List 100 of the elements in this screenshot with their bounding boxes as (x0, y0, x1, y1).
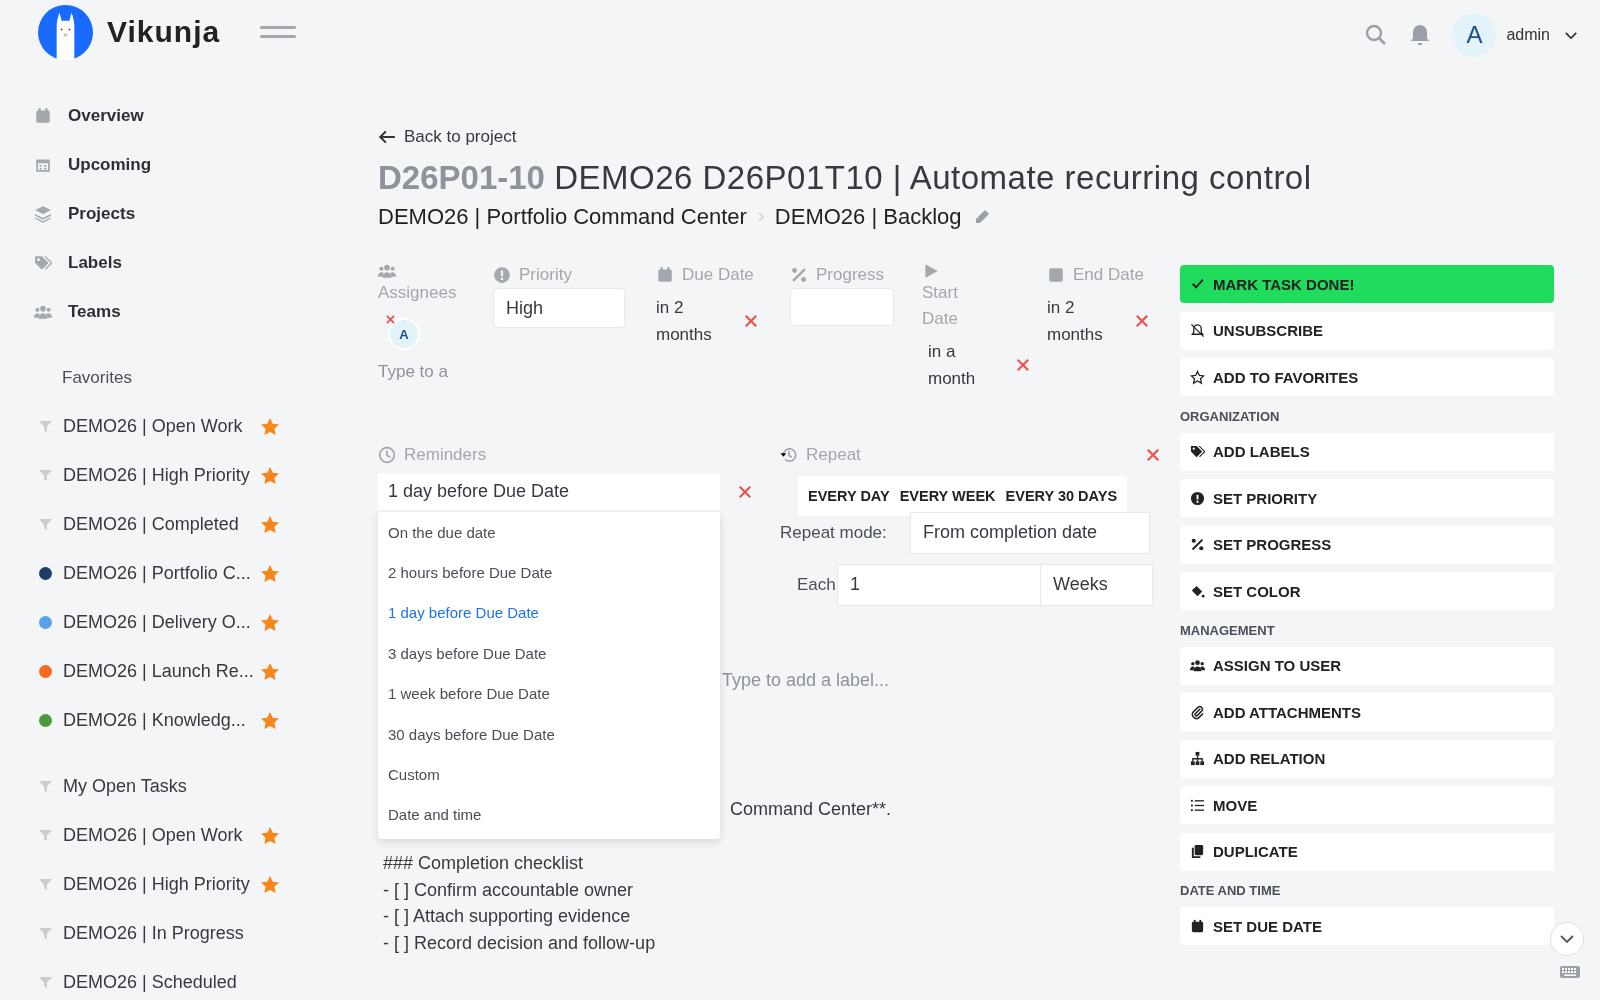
nav-item[interactable]: Upcoming (0, 140, 340, 189)
nav-item[interactable]: Projects (0, 189, 340, 238)
star-icon[interactable] (260, 465, 280, 486)
description-text: Command Center**. (730, 799, 893, 820)
date-value[interactable]: in 2 months (1047, 294, 1117, 348)
project-item[interactable]: DEMO26 | Knowledg... (0, 696, 260, 745)
assignee-field[interactable]: Type to a (378, 362, 456, 382)
calendar-icon (34, 106, 52, 125)
section-title: ORGANIZATION (1180, 408, 1281, 424)
project-item[interactable]: DEMO26 | Open Work (0, 811, 260, 860)
user-avatar[interactable]: A (1452, 13, 1497, 57)
project-item[interactable]: DEMO26 | High Priority (0, 860, 260, 909)
star-icon[interactable] (260, 514, 280, 535)
nav-item[interactable]: Labels (0, 238, 340, 287)
project-item[interactable]: DEMO26 | Launch Re... (0, 647, 260, 696)
action-button[interactable]: ADD ATTACHMENTS (1180, 693, 1554, 731)
close-icon[interactable] (1016, 358, 1030, 372)
repeat-mode-select[interactable]: From completion date (910, 512, 1150, 554)
filter-icon (38, 877, 53, 892)
close-icon[interactable] (1135, 314, 1149, 328)
close-icon[interactable] (744, 314, 758, 328)
action-button[interactable]: SET PROGRESS (1180, 525, 1554, 564)
action-button[interactable]: SET DUE DATE (1180, 907, 1554, 945)
scroll-down-button[interactable] (1550, 922, 1584, 956)
close-icon[interactable] (738, 485, 752, 499)
action-button[interactable]: ADD RELATION (1180, 739, 1554, 778)
close-icon[interactable] (1146, 448, 1160, 462)
section-title: DATE AND TIME (1180, 883, 1282, 898)
pencil-icon[interactable] (973, 209, 990, 225)
user-name[interactable]: admin (1506, 26, 1550, 44)
paint-bucket-icon (1190, 583, 1205, 599)
star-icon[interactable] (260, 825, 280, 846)
action-button[interactable]: ADD TO FAVORITES (1180, 358, 1554, 396)
people-icon (1190, 658, 1205, 673)
reminder-field[interactable]: 1 day before Due Date (378, 474, 720, 510)
breadcrumb-link[interactable]: DEMO26 | Portfolio Command Center (378, 204, 747, 230)
dropdown-option[interactable]: 1 day before Due Date (378, 592, 720, 634)
tags-icon (1190, 444, 1205, 459)
play-icon (922, 262, 940, 280)
project-item[interactable]: DEMO26 | Open Work (0, 402, 260, 451)
chevron-down-icon[interactable] (1564, 30, 1578, 40)
project-item[interactable]: DEMO26 | High Priority (0, 451, 260, 500)
breadcrumb-link[interactable]: DEMO26 | Backlog (774, 204, 962, 230)
star-icon[interactable] (260, 416, 280, 437)
back-link[interactable]: Back to project (378, 127, 517, 147)
action-button[interactable]: ASSIGN TO USER (1180, 646, 1554, 685)
dropdown-option[interactable]: 1 week before Due Date (378, 673, 720, 714)
action-button[interactable]: UNSUBSCRIBE (1180, 311, 1554, 350)
action-button[interactable]: ADD LABELS (1180, 432, 1554, 471)
field-label: Reminders (404, 444, 487, 466)
description-line: - [ ] Record decision and follow-up (383, 931, 657, 955)
task-title[interactable]: DEMO26 D26P01T10 | Automate recurring control (554, 159, 1312, 196)
field-label: Due Date (682, 264, 754, 286)
project-item[interactable]: DEMO26 | Completed (0, 500, 260, 549)
dropdown-option[interactable]: Date and time (378, 794, 720, 836)
star-icon[interactable] (260, 710, 280, 731)
project-item[interactable]: DEMO26 | Portfolio C... (0, 549, 260, 598)
keyboard-icon[interactable] (1560, 966, 1580, 978)
project-item[interactable]: My Open Tasks (0, 762, 260, 811)
date-value[interactable]: in 2 months (656, 294, 726, 348)
section-title: Favorites (61, 366, 133, 389)
star-icon[interactable] (260, 563, 280, 584)
repeat-preset-button[interactable]: EVERY DAY (798, 476, 890, 516)
field-label: End Date (1073, 264, 1144, 286)
nav-item[interactable]: Overview (0, 91, 340, 140)
remove-icon[interactable] (385, 314, 396, 325)
action-button[interactable]: SET COLOR (1180, 572, 1554, 610)
date-value[interactable]: in a month (928, 338, 998, 392)
dropdown-option[interactable]: On the due date (378, 512, 720, 553)
dropdown-option[interactable]: Custom (378, 754, 720, 795)
llama-logo-icon (38, 4, 93, 60)
action-button[interactable]: DUPLICATE (1180, 832, 1554, 871)
action-button[interactable]: SET PRIORITY (1180, 479, 1554, 517)
dropdown-option[interactable]: 3 days before Due Date (378, 633, 720, 674)
project-item[interactable]: DEMO26 | Delivery O... (0, 598, 260, 647)
unit-select[interactable]: Weeks (1041, 564, 1153, 606)
action-button[interactable]: MOVE (1180, 786, 1554, 824)
label-field[interactable]: Type to add a label... (722, 670, 1022, 691)
history-icon (780, 446, 798, 464)
star-icon[interactable] (260, 874, 280, 895)
amount-field[interactable]: 1 (837, 564, 1041, 606)
assignee-avatar: A (388, 318, 420, 350)
dropdown-option[interactable]: 30 days before Due Date (378, 713, 720, 755)
select-field[interactable] (790, 288, 894, 326)
calendar-icon (1190, 918, 1205, 934)
action-button[interactable]: MARK TASK DONE! (1180, 265, 1554, 303)
project-item[interactable]: DEMO26 | Scheduled (0, 958, 260, 1000)
filter-icon (38, 975, 53, 990)
dropdown-option[interactable]: 2 hours before Due Date (378, 552, 720, 593)
menu-icon[interactable] (260, 24, 297, 40)
select-field[interactable]: High (493, 288, 625, 328)
field-label: Repeat mode: (780, 523, 888, 543)
star-icon[interactable] (260, 661, 280, 682)
project-item[interactable]: DEMO26 | In Progress (0, 909, 260, 958)
description-line: - [ ] Attach supporting evidence (383, 905, 632, 928)
filter-icon (38, 517, 53, 532)
bell-slash-icon (1190, 323, 1205, 338)
nav-item[interactable]: Teams (0, 287, 340, 336)
star-icon[interactable] (260, 612, 280, 633)
description-line: ### Completion checklist (383, 852, 585, 875)
